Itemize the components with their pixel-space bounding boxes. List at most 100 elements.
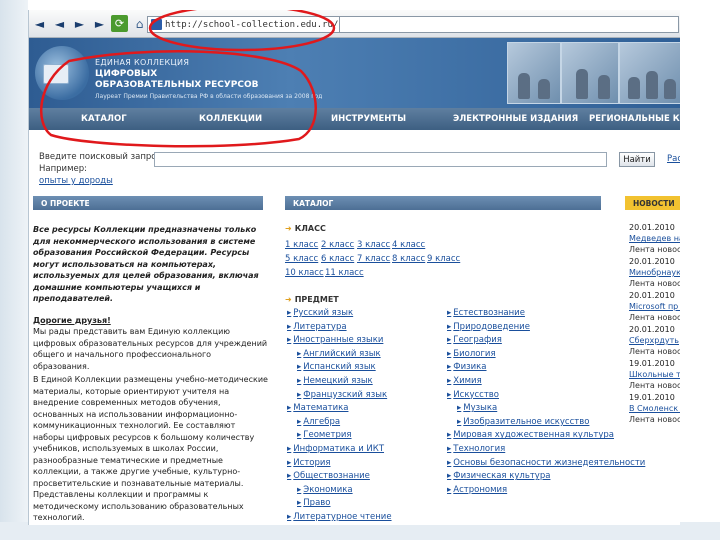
news-date: 19.01.2010 [629,393,675,402]
header-photo-1 [507,42,561,104]
advanced-search-link[interactable]: Рас [667,154,680,164]
nav-regional[interactable]: РЕГИОНАЛЬНЫЕ КОЛЛЕК [589,114,680,124]
bullet-icon: ▸ [447,376,452,386]
subject-sublink[interactable]: ▸ Геометрия [297,430,352,440]
subject-link[interactable]: ▸ Природоведение [447,322,530,332]
url-text: http://school-collection.edu.ru/ [165,19,339,30]
subject-link[interactable]: ▸ География [447,335,502,345]
bullet-icon: ▸ [297,362,302,373]
main-nav: КАТАЛОГ КОЛЛЕКЦИИ ИНСТРУМЕНТЫ ЭЛЕКТРОННЫ… [29,108,680,130]
subject-link[interactable]: ▸ Технология [447,444,505,454]
news-source: Лента новос [629,313,680,322]
header-award: Лауреат Премии Правительства РФ в област… [95,93,323,100]
subject-link[interactable]: ▸ История [287,458,331,468]
back-icon[interactable]: ◄ [31,15,48,32]
news-title-link[interactable]: Microsoft пр лиде-моро [629,301,680,312]
bullet-icon: ▸ [447,348,452,359]
logo-monitor-icon [43,64,69,84]
class-link[interactable]: 1 класс [285,240,318,250]
bullet-icon: ▸ [297,498,302,509]
news-title-link[interactable]: Минобрнаук проект "Со [629,267,680,278]
subject-link[interactable]: ▸ Математика [287,403,348,413]
subject-link[interactable]: ▸ Искусство [447,390,499,400]
subject-link[interactable]: ▸ Информатика и ИКТ [287,444,384,454]
bullet-icon: ▸ [447,308,452,318]
subject-sublink[interactable]: ▸ Изобразительное искусство [457,417,589,427]
subject-link[interactable]: ▸ Русский язык [287,308,353,318]
header-photo-3 [619,42,680,104]
class-link[interactable]: 6 класс [321,254,354,264]
subject-sublink[interactable]: ▸ Экономика [297,485,353,495]
subject-sublink[interactable]: ▸ Испанский язык [297,362,376,372]
nav-collections[interactable]: КОЛЛЕКЦИИ [199,114,262,124]
about-section-header[interactable]: О ПРОЕКТЕ [33,196,263,210]
search-example-link[interactable]: опыты у дороды [39,176,113,186]
subject-link[interactable]: ▸ Литература [287,322,347,332]
subject-sublink[interactable]: ▸ Музыка [457,403,497,413]
news-section-header[interactable]: НОВОСТИ [625,196,680,210]
bullet-icon: ▸ [447,471,452,482]
news-date: 20.01.2010 [629,291,675,300]
bullet-icon: ▸ [447,484,452,495]
news-item: 20.01.2010 Сберхрдуть Лента новос [629,324,680,357]
home-icon[interactable]: ⌂ [131,15,148,32]
nav-e-editions[interactable]: ЭЛЕКТРОННЫЕ ИЗДАНИЯ [453,114,578,124]
subject-link[interactable]: ▸ Физика [447,362,487,372]
class-link[interactable]: 8 класс [392,254,425,264]
class-heading: ➜ КЛАСС [285,224,326,233]
news-item: 19.01.2010Школьные т принятиеЛента новос [629,358,680,391]
class-link[interactable]: 11 класс [325,268,364,278]
class-link[interactable]: 5 класс [285,254,318,264]
news-title-link[interactable]: Медведев на информацио [629,233,680,244]
nav-tools[interactable]: ИНСТРУМЕНТЫ [331,114,406,124]
address-bar-extension[interactable] [340,16,679,33]
news-title-link[interactable]: Школьные т принятие [629,369,680,380]
bullet-icon: ▸ [457,403,462,414]
subject-link[interactable]: ▸ Физическая культура [447,471,550,481]
class-link[interactable]: 10 класс [285,268,324,278]
news-date: 19.01.2010 [629,359,675,368]
nav-catalog[interactable]: КАТАЛОГ [81,114,127,124]
news-title-link[interactable]: Сберхрдуть [629,335,680,346]
class-link[interactable]: 2 класс [321,240,354,250]
news-date: 20.01.2010 [629,325,675,334]
news-source: Лента новос [629,245,680,254]
news-title-link[interactable]: В Смоленск задачи кор [629,403,680,414]
bullet-icon: ▸ [297,430,302,441]
refresh-icon[interactable]: ⟳ [111,15,128,32]
subject-link[interactable]: ▸ Астрономия [447,485,507,495]
subject-link[interactable]: ▸ Мировая художественная культура [447,430,614,440]
bullet-icon: ▸ [447,321,452,332]
class-link[interactable]: 3 класс [357,240,390,250]
bullet-icon: ▸ [447,457,452,468]
catalog-section-header[interactable]: КАТАЛОГ [285,196,601,210]
bullet-icon: ▸ [287,321,292,332]
subject-link[interactable]: ▸ Литературное чтение [287,512,392,522]
subject-sublink[interactable]: ▸ Право [297,498,331,508]
bullet-icon: ▸ [447,362,452,373]
subject-sublink[interactable]: ▸ Английский язык [297,349,381,359]
subject-link[interactable]: ▸ Естествознание [447,308,525,318]
subject-sublink[interactable]: ▸ Немецкий язык [297,376,373,386]
subject-link[interactable]: ▸ Биология [447,349,496,359]
subject-link[interactable]: ▸ Иностранные языки [287,335,383,345]
subject-link[interactable]: ▸ Обществознание [287,471,370,481]
subject-link[interactable]: ▸ Химия [447,376,482,386]
subject-link[interactable]: ▸ Основы безопасности жизнедеятельности [447,458,645,468]
next-icon[interactable]: ► [71,15,88,32]
subject-sublink[interactable]: ▸ Алгебра [297,417,340,427]
arrow-right-icon: ➜ [285,295,292,304]
bullet-icon: ▸ [287,471,292,482]
class-link[interactable]: 7 класс [357,254,390,264]
search-example-label: Например: [39,164,87,174]
favicon-icon [151,19,162,30]
play-icon[interactable]: ► [91,15,108,32]
search-button[interactable]: Найти [619,152,655,167]
class-link[interactable]: 4 класс [392,240,425,250]
subject-sublink[interactable]: ▸ Французский язык [297,390,387,400]
bullet-icon: ▸ [297,376,302,386]
forward-icon[interactable]: ◄ [51,15,68,32]
class-link[interactable]: 9 класс [427,254,460,264]
search-input[interactable] [154,152,607,167]
address-bar[interactable]: http://school-collection.edu.ru/ [147,16,340,33]
